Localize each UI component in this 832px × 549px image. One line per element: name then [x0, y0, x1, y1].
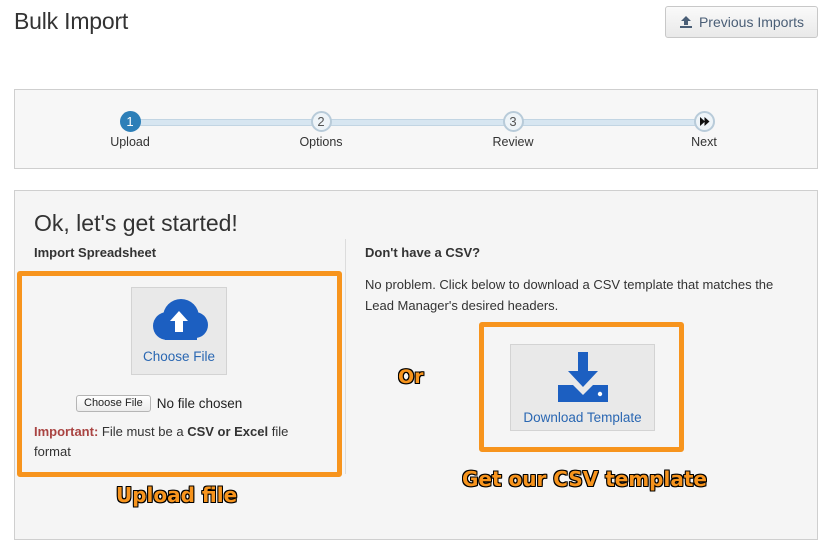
wizard-progress-track [129, 119, 706, 126]
step-next[interactable]: Next [659, 111, 749, 149]
csv-template-annotation: Get our CSV template [462, 467, 707, 491]
panel-heading: Ok, let's get started! [34, 210, 238, 236]
step-label: Next [691, 135, 717, 149]
step-number: 2 [310, 111, 332, 132]
step-label: Upload [110, 135, 150, 149]
previous-imports-label: Previous Imports [698, 14, 805, 30]
step-label: Options [299, 135, 343, 149]
step-label: Review [492, 135, 534, 149]
no-csv-title: Don't have a CSV? [365, 245, 481, 260]
template-highlight-box [479, 322, 684, 452]
import-wizard-steps: 1 Upload 2 Options 3 Review Next [14, 89, 818, 169]
import-panel: Ok, let's get started! Import Spreadshee… [14, 190, 818, 540]
upload-file-annotation: Upload file [116, 483, 238, 507]
step-review[interactable]: 3 Review [468, 111, 558, 149]
upload-icon [679, 15, 693, 29]
no-csv-description: No problem. Click below to download a CS… [365, 277, 774, 313]
fast-forward-icon [693, 111, 715, 132]
section-divider [345, 239, 346, 474]
previous-imports-button[interactable]: Previous Imports [665, 6, 818, 38]
step-options[interactable]: 2 Options [276, 111, 366, 149]
or-annotation: Or [398, 366, 424, 388]
step-number: 1 [119, 111, 141, 132]
import-spreadsheet-title: Import Spreadsheet [34, 245, 157, 260]
step-number: 3 [502, 111, 524, 132]
step-upload[interactable]: 1 Upload [85, 111, 175, 149]
page-title: Bulk Import [14, 8, 129, 34]
upload-highlight-box [17, 271, 342, 477]
